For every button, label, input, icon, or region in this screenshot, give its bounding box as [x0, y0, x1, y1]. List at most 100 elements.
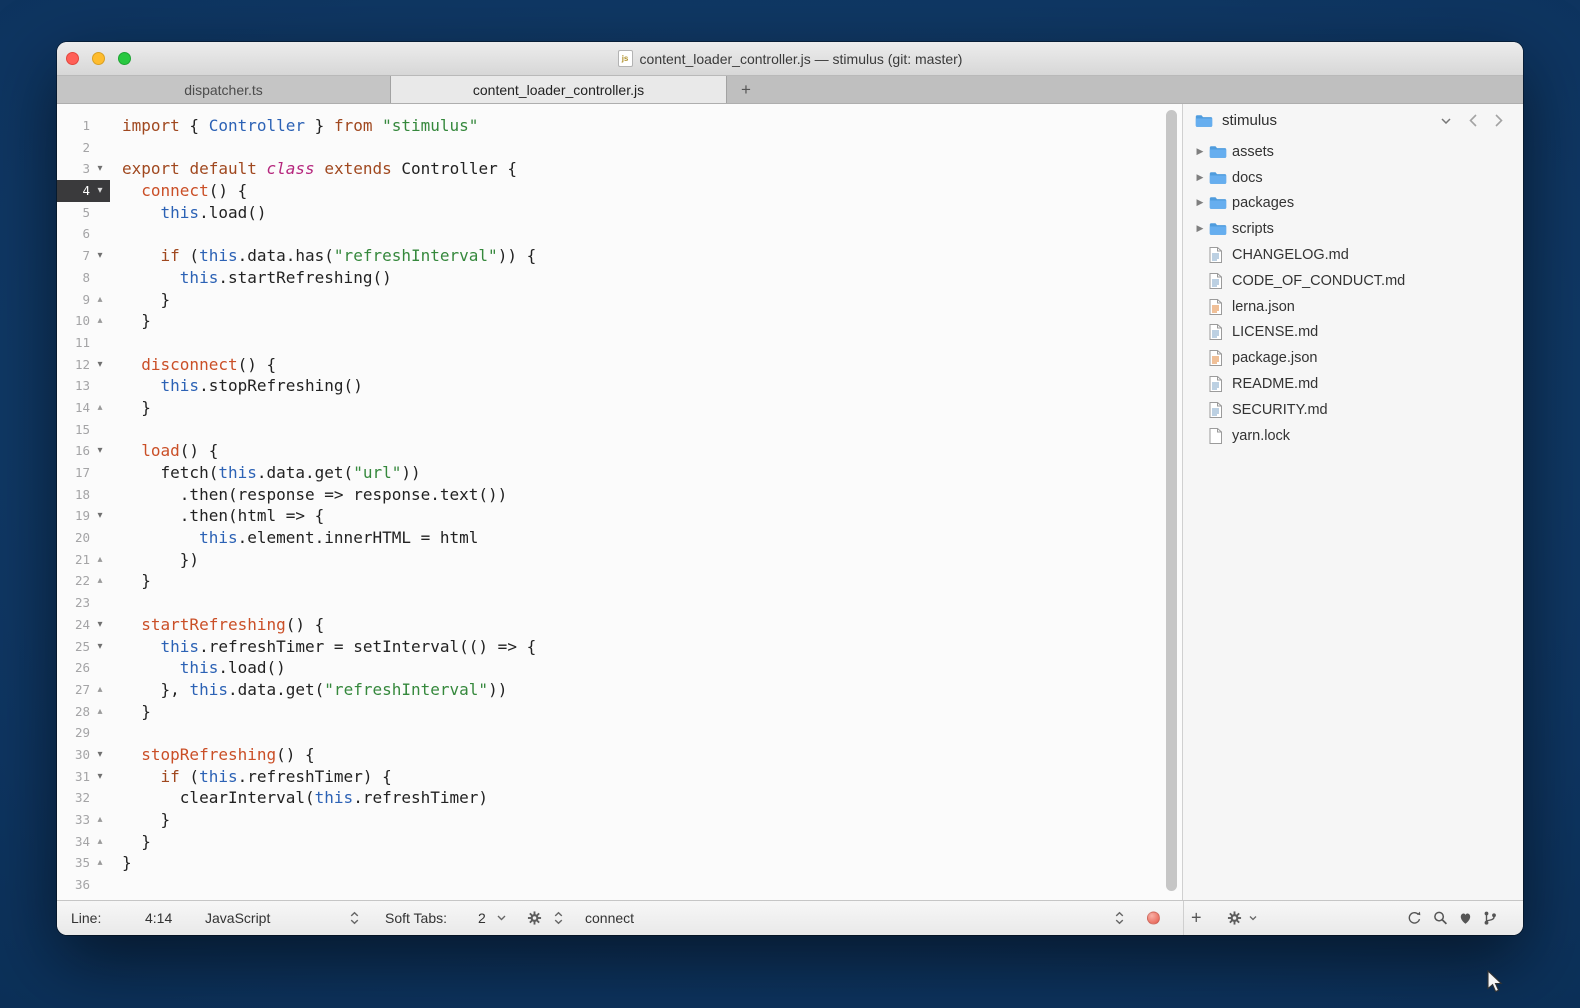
code-line[interactable]: this.load() — [110, 657, 286, 679]
code-line-row[interactable]: 25▾ this.refreshTimer = setInterval(() =… — [57, 636, 1182, 658]
refresh-icon[interactable] — [1407, 911, 1422, 926]
code-line[interactable]: import { Controller } from "stimulus" — [110, 115, 478, 137]
gutter-cell[interactable]: 29 — [57, 722, 110, 744]
tab-content-loader-controller[interactable]: content_loader_controller.js — [391, 76, 727, 103]
language-selector[interactable]: JavaScript — [205, 910, 270, 926]
fold-up-icon[interactable]: ▴ — [90, 549, 110, 571]
code-line[interactable] — [110, 223, 122, 245]
code-line-row[interactable]: 3▾export default class extends Controlle… — [57, 158, 1182, 180]
gear-icon[interactable] — [527, 911, 542, 926]
tree-item-lerna-json[interactable]: lerna.json — [1183, 294, 1523, 320]
code-line[interactable] — [110, 332, 122, 354]
code-line[interactable]: disconnect() { — [110, 354, 276, 376]
code-line[interactable]: if (this.data.has("refreshInterval")) { — [110, 245, 536, 267]
code-line-row[interactable]: 23 — [57, 592, 1182, 614]
code-line-row[interactable]: 36 — [57, 874, 1182, 896]
code-line[interactable]: this.startRefreshing() — [110, 267, 392, 289]
code-line-row[interactable]: 35▴} — [57, 852, 1182, 874]
gutter-cell[interactable]: 22▴ — [57, 570, 110, 592]
code-line[interactable] — [110, 874, 122, 896]
code-line-row[interactable]: 24▾ startRefreshing() { — [57, 614, 1182, 636]
code-line[interactable]: stopRefreshing() { — [110, 744, 315, 766]
code-line[interactable]: } — [110, 397, 151, 419]
code-line-row[interactable]: 16▾ load() { — [57, 440, 1182, 462]
updown-chevrons-icon[interactable] — [350, 912, 359, 925]
code-line[interactable]: }, this.data.get("refreshInterval")) — [110, 679, 507, 701]
gutter-cell[interactable]: 5 — [57, 202, 110, 224]
gutter-cell[interactable]: 6 — [57, 223, 110, 245]
fold-down-icon[interactable]: ▾ — [90, 354, 110, 376]
code-line[interactable]: } — [110, 701, 151, 723]
editor-scrollbar[interactable] — [1166, 110, 1177, 891]
forward-chevron-icon[interactable] — [1495, 114, 1503, 127]
code-line[interactable]: } — [110, 809, 170, 831]
code-line-row[interactable]: 18 .then(response => response.text()) — [57, 484, 1182, 506]
disclosure-triangle-icon[interactable]: ▶ — [1191, 147, 1209, 157]
code-line-row[interactable]: 33▴ } — [57, 809, 1182, 831]
code-line[interactable]: clearInterval(this.refreshTimer) — [110, 787, 488, 809]
line-value[interactable]: 4:14 — [145, 910, 172, 926]
fold-down-icon[interactable]: ▾ — [90, 180, 110, 202]
fold-down-icon[interactable]: ▾ — [90, 766, 110, 788]
tree-item-assets[interactable]: ▶assets — [1183, 139, 1523, 165]
code-line-row[interactable]: 22▴ } — [57, 570, 1182, 592]
gutter-cell[interactable]: 4▾ — [57, 180, 110, 202]
gutter-cell[interactable]: 13 — [57, 375, 110, 397]
gutter-cell[interactable]: 23 — [57, 592, 110, 614]
code-line[interactable]: connect() { — [110, 180, 247, 202]
tree-item-changelog-md[interactable]: CHANGELOG.md — [1183, 242, 1523, 268]
code-line[interactable]: fetch(this.data.get("url")) — [110, 462, 421, 484]
fold-down-icon[interactable]: ▾ — [90, 440, 110, 462]
heart-icon[interactable] — [1458, 911, 1473, 925]
fold-up-icon[interactable]: ▴ — [90, 701, 110, 723]
code-line-row[interactable]: 9▴ } — [57, 289, 1182, 311]
gutter-cell[interactable]: 14▴ — [57, 397, 110, 419]
code-line[interactable]: this.load() — [110, 202, 267, 224]
code-line-row[interactable]: 30▾ stopRefreshing() { — [57, 744, 1182, 766]
code-line-row[interactable]: 7▾ if (this.data.has("refreshInterval"))… — [57, 245, 1182, 267]
tree-item-code-of-conduct-md[interactable]: CODE_OF_CONDUCT.md — [1183, 268, 1523, 294]
tree-item-security-md[interactable]: SECURITY.md — [1183, 397, 1523, 423]
fold-up-icon[interactable]: ▴ — [90, 397, 110, 419]
disclosure-triangle-icon[interactable]: ▶ — [1191, 198, 1209, 208]
tree-item-package-json[interactable]: package.json — [1183, 345, 1523, 371]
updown-chevrons-icon[interactable] — [554, 912, 563, 925]
gutter-cell[interactable]: 32 — [57, 787, 110, 809]
code-line-row[interactable]: 19▾ .then(html => { — [57, 505, 1182, 527]
code-line-row[interactable]: 34▴ } — [57, 831, 1182, 853]
code-line-row[interactable]: 20 this.element.innerHTML = html — [57, 527, 1182, 549]
gutter-cell[interactable]: 33▴ — [57, 809, 110, 831]
fold-down-icon[interactable]: ▾ — [90, 614, 110, 636]
code-line[interactable] — [110, 722, 122, 744]
gutter-cell[interactable]: 20 — [57, 527, 110, 549]
add-file-button[interactable]: + — [1191, 908, 1202, 929]
code-line[interactable]: .then(html => { — [110, 505, 324, 527]
gutter-cell[interactable]: 17 — [57, 462, 110, 484]
fold-up-icon[interactable]: ▴ — [90, 570, 110, 592]
code-line-row[interactable]: 26 this.load() — [57, 657, 1182, 679]
tab-dispatcher[interactable]: dispatcher.ts — [57, 76, 391, 103]
fold-down-icon[interactable]: ▾ — [90, 636, 110, 658]
fold-up-icon[interactable]: ▴ — [90, 679, 110, 701]
code-line-row[interactable]: 5 this.load() — [57, 202, 1182, 224]
gutter-cell[interactable]: 31▾ — [57, 766, 110, 788]
gutter-cell[interactable]: 28▴ — [57, 701, 110, 723]
code-line-row[interactable]: 21▴ }) — [57, 549, 1182, 571]
git-branch-icon[interactable] — [1483, 911, 1497, 926]
tree-item-packages[interactable]: ▶packages — [1183, 191, 1523, 217]
gutter-cell[interactable]: 25▾ — [57, 636, 110, 658]
code-line[interactable]: } — [110, 289, 170, 311]
code-line-row[interactable]: 12▾ disconnect() { — [57, 354, 1182, 376]
gutter-cell[interactable]: 11 — [57, 332, 110, 354]
gutter-cell[interactable]: 27▴ — [57, 679, 110, 701]
code-line-row[interactable]: 32 clearInterval(this.refreshTimer) — [57, 787, 1182, 809]
code-line-row[interactable]: 17 fetch(this.data.get("url")) — [57, 462, 1182, 484]
code-line-row[interactable]: 13 this.stopRefreshing() — [57, 375, 1182, 397]
back-chevron-icon[interactable] — [1469, 114, 1477, 127]
gutter-cell[interactable]: 3▾ — [57, 158, 110, 180]
code-line-row[interactable]: 29 — [57, 722, 1182, 744]
code-line-row[interactable]: 11 — [57, 332, 1182, 354]
code-line[interactable]: } — [110, 570, 151, 592]
code-line[interactable] — [110, 137, 122, 159]
gutter-cell[interactable]: 36 — [57, 874, 110, 896]
